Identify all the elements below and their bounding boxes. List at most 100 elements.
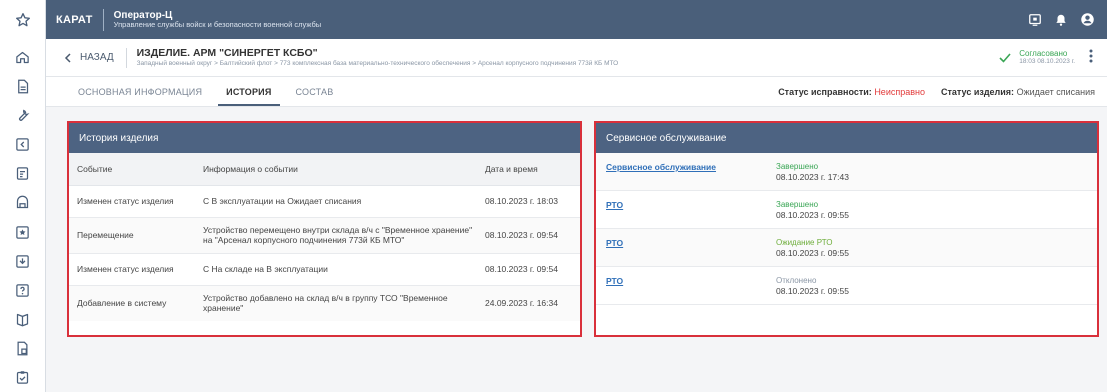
- sidebar-item-checklist[interactable]: [0, 159, 46, 188]
- table-row: Перемещение Устройство перемещено внутри…: [69, 217, 580, 254]
- info-cell: С На складе на В эксплуатации: [195, 253, 477, 286]
- service-panel: Сервисное обслуживание Сервисное обслужи…: [594, 121, 1099, 337]
- back-button[interactable]: НАЗАД: [64, 52, 114, 63]
- more-menu-button[interactable]: [1089, 49, 1093, 66]
- table-row: Добавление в систему Устройство добавлен…: [69, 285, 580, 321]
- service-link[interactable]: РТО: [606, 200, 776, 210]
- report-icon: [17, 341, 28, 356]
- info-cell: С В эксплуатации на Ожидает списания: [195, 185, 477, 218]
- event-cell: Изменен статус изделия: [69, 253, 195, 286]
- sidebar-item-downloads[interactable]: [0, 247, 46, 276]
- download-box-icon: [16, 254, 29, 268]
- approval-status-label: Согласовано: [1019, 48, 1068, 58]
- event-cell: Добавление в систему: [69, 285, 195, 321]
- sidebar-item-favorites[interactable]: [0, 217, 46, 246]
- history-panel-title: История изделия: [69, 123, 580, 153]
- user-icon: [1081, 13, 1094, 26]
- sidebar-item-help[interactable]: [0, 276, 46, 305]
- top-bar: КАРАТ Оператор-Ц Управление службы войск…: [0, 0, 1107, 39]
- breadcrumb: Западный военный округ > Балтийский флот…: [136, 60, 619, 67]
- sidebar-item-library[interactable]: [0, 305, 46, 334]
- sidebar-item-tools[interactable]: [0, 101, 46, 130]
- sidebar-item-home[interactable]: [0, 43, 46, 72]
- date-cell: 08.10.2023 г. 09:54: [477, 217, 580, 254]
- service-state: Ожидание РТО: [776, 238, 833, 247]
- service-status: Ожидание РТО 08.10.2023 г. 09:55: [776, 238, 849, 258]
- document-icon: [18, 79, 29, 94]
- list-item: Сервисное обслуживание Завершено 08.10.2…: [596, 153, 1097, 191]
- book-icon: [16, 313, 29, 327]
- history-panel: История изделия Событие Информация о соб…: [67, 121, 582, 337]
- list-item: РТО Ожидание РТО 08.10.2023 г. 09:55: [596, 229, 1097, 267]
- table-row: Изменен статус изделия С В эксплуатации …: [69, 185, 580, 218]
- monitor-button[interactable]: [1028, 13, 1042, 27]
- approval-date: 18:03 08.10.2023 г.: [1019, 58, 1075, 66]
- header-divider: [125, 47, 127, 68]
- health-status-value: Неисправно: [874, 87, 925, 97]
- service-status: Завершено 08.10.2023 г. 09:55: [776, 200, 849, 220]
- star-box-icon: [16, 225, 29, 239]
- health-status: Статус исправности: Неисправно: [778, 87, 925, 97]
- tab-history[interactable]: ИСТОРИЯ: [218, 87, 280, 106]
- sidebar-item-clipboard[interactable]: [0, 363, 46, 392]
- tabs-bar: ОСНОВНАЯ ИНФОРМАЦИЯ ИСТОРИЯ СОСТАВ Стату…: [46, 77, 1107, 107]
- history-table-header: Событие Информация о событии Дата и врем…: [69, 153, 580, 186]
- archive-icon: [16, 196, 29, 209]
- back-label: НАЗАД: [80, 52, 114, 63]
- sidebar-item-reports[interactable]: [0, 334, 46, 363]
- sidebar-item-inbox[interactable]: [0, 130, 46, 159]
- page-header: НАЗАД ИЗДЕЛИЕ. АРМ "СИНЕРГЕТ КСБО" Запад…: [46, 39, 1107, 77]
- profile-button[interactable]: [1080, 12, 1095, 27]
- sidebar-item-archive[interactable]: [0, 188, 46, 217]
- service-state: Завершено: [776, 200, 819, 209]
- monitor-icon: [1029, 13, 1041, 26]
- item-status: Статус изделия: Ожидает списания: [941, 87, 1095, 97]
- service-date: 08.10.2023 г. 17:43: [776, 171, 849, 182]
- main-content: НАЗАД ИЗДЕЛИЕ. АРМ "СИНЕРГЕТ КСБО" Запад…: [46, 39, 1107, 392]
- page-title: ИЗДЕЛИЕ. АРМ "СИНЕРГЕТ КСБО": [136, 46, 318, 59]
- history-table: Событие Информация о событии Дата и врем…: [69, 153, 580, 321]
- brand-logo: КАРАТ: [56, 13, 93, 26]
- service-link[interactable]: РТО: [606, 238, 776, 248]
- tab-composition[interactable]: СОСТАВ: [288, 87, 342, 106]
- clipboard-icon: [16, 371, 29, 384]
- title-block: ИЗДЕЛИЕ. АРМ "СИНЕРГЕТ КСБО" Западный во…: [137, 47, 619, 68]
- date-cell: 08.10.2023 г. 18:03: [477, 185, 580, 218]
- help-box-icon: [16, 283, 29, 297]
- service-date: 08.10.2023 г. 09:55: [776, 285, 849, 296]
- service-link[interactable]: РТО: [606, 276, 776, 286]
- kebab-menu-icon: [1089, 49, 1093, 63]
- home-icon: [16, 51, 29, 64]
- column-header-date: Дата и время: [477, 153, 580, 186]
- service-date: 08.10.2023 г. 09:55: [776, 247, 849, 258]
- approval-text: Согласовано 18:03 08.10.2023 г.: [1019, 48, 1075, 66]
- brand-divider: [102, 8, 104, 31]
- app-title-block: Оператор-Ц Управление службы войск и без…: [114, 10, 321, 29]
- tab-main-info[interactable]: ОСНОВНАЯ ИНФОРМАЦИЯ: [70, 87, 210, 106]
- service-status: Завершено 08.10.2023 г. 17:43: [776, 162, 849, 182]
- chevron-left-icon: [64, 52, 71, 63]
- list-item: РТО Завершено 08.10.2023 г. 09:55: [596, 191, 1097, 229]
- info-cell: Устройство перемещено внутри склада в/ч …: [195, 217, 477, 254]
- date-cell: 08.10.2023 г. 09:54: [477, 253, 580, 286]
- date-cell: 24.09.2023 г. 16:34: [477, 285, 580, 321]
- service-date: 08.10.2023 г. 09:55: [776, 209, 849, 220]
- inbox-icon: [16, 138, 29, 152]
- table-row: Изменен статус изделия С На складе на В …: [69, 253, 580, 286]
- item-status-label: Статус изделия:: [941, 87, 1015, 97]
- event-cell: Изменен статус изделия: [69, 185, 195, 218]
- column-header-event: Событие: [69, 153, 195, 186]
- sidebar-item-documents[interactable]: [0, 72, 46, 101]
- top-actions: [1028, 12, 1095, 27]
- checklist-icon: [16, 167, 29, 181]
- check-icon: [999, 52, 1011, 63]
- item-status-value: Ожидает списания: [1016, 87, 1095, 97]
- favorites-button[interactable]: [0, 0, 46, 39]
- service-link[interactable]: Сервисное обслуживание: [606, 162, 776, 172]
- bell-icon: [1056, 14, 1066, 26]
- column-header-info: Информация о событии: [195, 153, 477, 186]
- star-icon: [15, 12, 30, 26]
- service-state: Завершено: [776, 162, 819, 171]
- notifications-button[interactable]: [1054, 13, 1068, 27]
- status-area: Статус исправности: Неисправно Статус из…: [778, 87, 1095, 106]
